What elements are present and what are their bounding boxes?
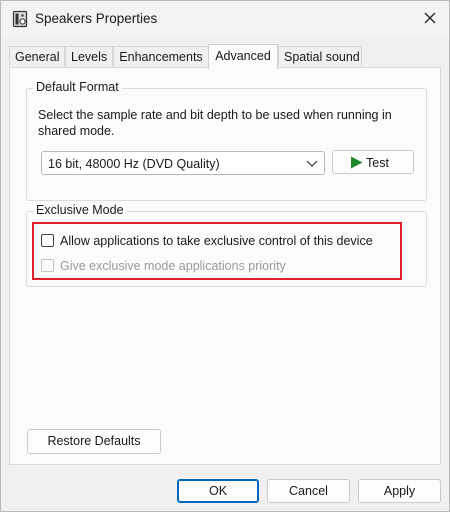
tab-panel-advanced: Default Format Select the sample rate an…: [9, 67, 441, 465]
tab-spatial-sound[interactable]: Spatial sound: [278, 46, 362, 66]
tab-advanced[interactable]: Advanced: [208, 44, 278, 69]
default-format-label: Default Format: [33, 80, 122, 94]
format-dropdown-value: 16 bit, 48000 Hz (DVD Quality): [48, 157, 220, 171]
exclusive-mode-label: Exclusive Mode: [33, 203, 127, 217]
title-bar: Speakers Properties: [1, 1, 449, 37]
format-dropdown[interactable]: 16 bit, 48000 Hz (DVD Quality): [41, 151, 325, 175]
default-format-description: Select the sample rate and bit depth to …: [38, 108, 392, 138]
restore-defaults-button[interactable]: Restore Defaults: [27, 429, 161, 454]
test-button-label: Test: [366, 156, 389, 170]
close-icon[interactable]: [415, 5, 445, 31]
default-format-group: Default Format Select the sample rate an…: [26, 80, 427, 201]
apply-button[interactable]: Apply: [358, 479, 441, 503]
cancel-button[interactable]: Cancel: [267, 479, 350, 503]
tab-levels[interactable]: Levels: [65, 46, 113, 66]
play-icon: [351, 156, 363, 169]
chevron-down-icon: [306, 160, 318, 167]
highlight-box: [32, 222, 402, 280]
window-title: Speakers Properties: [35, 11, 158, 26]
speaker-icon: [12, 10, 28, 28]
tab-strip: General Levels Enhancements Advanced Spa…: [9, 44, 441, 69]
tab-general[interactable]: General: [9, 46, 65, 66]
tab-enhancements[interactable]: Enhancements: [113, 46, 209, 66]
speakers-properties-dialog: Speakers Properties General Levels Enhan…: [0, 0, 450, 512]
test-button[interactable]: Test: [332, 150, 414, 174]
ok-button[interactable]: OK: [177, 479, 259, 503]
